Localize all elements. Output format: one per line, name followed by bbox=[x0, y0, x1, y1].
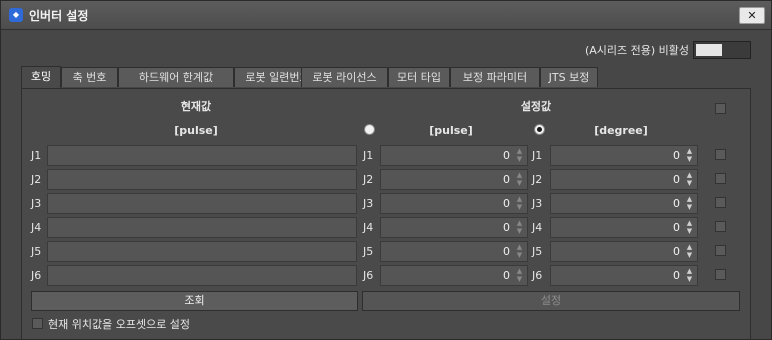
degree-value: 0 bbox=[673, 269, 680, 282]
spin-arrows-icon[interactable]: ▲ ▼ bbox=[684, 267, 695, 284]
joint-checkbox[interactable] bbox=[715, 269, 726, 280]
degree-spinbox[interactable]: 0 ▲ ▼ bbox=[550, 169, 698, 190]
joint-label: J2 bbox=[363, 173, 374, 186]
title-bar: ◆ 인버터 설정 ✕ bbox=[1, 1, 771, 30]
offset-label: 현재 위치값을 오프셋으로 설정 bbox=[48, 318, 191, 331]
spin-arrows-icon[interactable]: ▲ ▼ bbox=[684, 243, 695, 260]
joint-label: J1 bbox=[363, 149, 374, 162]
degree-radio[interactable] bbox=[534, 124, 545, 135]
spin-arrows-icon[interactable]: ▲ ▼ bbox=[514, 243, 525, 260]
degree-spinbox[interactable]: 0 ▲ ▼ bbox=[550, 217, 698, 238]
close-button[interactable]: ✕ bbox=[739, 7, 765, 24]
pulse-value: 0 bbox=[503, 221, 510, 234]
series-toggle-switch[interactable] bbox=[693, 41, 751, 59]
set-button[interactable]: 설정 bbox=[362, 291, 740, 311]
degree-value: 0 bbox=[673, 245, 680, 258]
pulse-radio[interactable] bbox=[364, 124, 375, 135]
joint-label: J2 bbox=[532, 173, 543, 186]
joint-checkbox[interactable] bbox=[715, 173, 726, 184]
joint-label: J4 bbox=[31, 221, 42, 234]
joint-label: J3 bbox=[363, 197, 374, 210]
joint-label: J5 bbox=[363, 245, 374, 258]
pulse-value: 0 bbox=[503, 149, 510, 162]
degree-value: 0 bbox=[673, 221, 680, 234]
current-value-field bbox=[47, 169, 357, 190]
pulse-spinbox[interactable]: 0 ▲ ▼ bbox=[380, 241, 528, 262]
degree-spinbox[interactable]: 0 ▲ ▼ bbox=[550, 193, 698, 214]
joint-label: J3 bbox=[31, 197, 42, 210]
pulse-unit-label: [pulse] bbox=[429, 124, 473, 137]
current-unit-label: [pulse] bbox=[174, 124, 218, 137]
query-button[interactable]: 조회 bbox=[31, 291, 358, 311]
setting-all-checkbox[interactable] bbox=[715, 103, 726, 114]
tab-motor-type[interactable]: 모터 타입 bbox=[388, 67, 450, 87]
current-value-field bbox=[47, 145, 357, 166]
joint-label: J6 bbox=[532, 269, 543, 282]
joint-checkbox[interactable] bbox=[715, 197, 726, 208]
joint-label: J1 bbox=[31, 149, 42, 162]
spin-arrows-icon[interactable]: ▲ ▼ bbox=[684, 219, 695, 236]
tab-hardware-limits[interactable]: 하드웨어 한계값 bbox=[118, 67, 234, 87]
spin-arrows-icon[interactable]: ▲ ▼ bbox=[684, 171, 695, 188]
pulse-spinbox[interactable]: 0 ▲ ▼ bbox=[380, 169, 528, 190]
tab-homing[interactable]: 호밍 bbox=[21, 66, 61, 89]
joint-label: J3 bbox=[532, 197, 543, 210]
joint-checkbox[interactable] bbox=[715, 149, 726, 160]
joint-label: J6 bbox=[31, 269, 42, 282]
setting-value-header: 설정값 bbox=[520, 100, 552, 113]
spin-arrows-icon[interactable]: ▲ ▼ bbox=[684, 147, 695, 164]
current-value-field bbox=[47, 193, 357, 214]
joint-label: J4 bbox=[532, 221, 543, 234]
app-icon: ◆ bbox=[9, 8, 23, 22]
pulse-value: 0 bbox=[503, 245, 510, 258]
pulse-value: 0 bbox=[503, 197, 510, 210]
offset-checkbox[interactable] bbox=[32, 318, 43, 329]
joint-checkbox[interactable] bbox=[715, 221, 726, 232]
pulse-value: 0 bbox=[503, 269, 510, 282]
spin-arrows-icon[interactable]: ▲ ▼ bbox=[514, 147, 525, 164]
joint-label: J1 bbox=[532, 149, 543, 162]
inverter-settings-window: ◆ 인버터 설정 ✕ (A시리즈 전용) 비활성 호밍 축 번호 하드웨어 한계… bbox=[0, 0, 772, 340]
spin-arrows-icon[interactable]: ▲ ▼ bbox=[514, 195, 525, 212]
degree-spinbox[interactable]: 0 ▲ ▼ bbox=[550, 265, 698, 286]
degree-value: 0 bbox=[673, 173, 680, 186]
joint-label: J5 bbox=[31, 245, 42, 258]
degree-spinbox[interactable]: 0 ▲ ▼ bbox=[550, 241, 698, 262]
spin-arrows-icon[interactable]: ▲ ▼ bbox=[514, 267, 525, 284]
current-value-field bbox=[47, 265, 357, 286]
current-value-field bbox=[47, 241, 357, 262]
tab-calibration-params[interactable]: 보정 파라미터 bbox=[450, 67, 540, 87]
joint-label: J4 bbox=[363, 221, 374, 234]
tab-robot-license[interactable]: 로봇 라이선스 bbox=[301, 67, 388, 87]
pulse-spinbox[interactable]: 0 ▲ ▼ bbox=[380, 217, 528, 238]
degree-spinbox[interactable]: 0 ▲ ▼ bbox=[550, 145, 698, 166]
pulse-spinbox[interactable]: 0 ▲ ▼ bbox=[380, 193, 528, 214]
pulse-spinbox[interactable]: 0 ▲ ▼ bbox=[380, 145, 528, 166]
degree-value: 0 bbox=[673, 197, 680, 210]
pulse-value: 0 bbox=[503, 173, 510, 186]
tab-jts-calibration[interactable]: JTS 보정 bbox=[540, 67, 598, 87]
joint-label: J6 bbox=[363, 269, 374, 282]
degree-unit-label: [degree] bbox=[594, 124, 648, 137]
degree-value: 0 bbox=[673, 149, 680, 162]
series-toggle-label: (A시리즈 전용) 비활성 bbox=[584, 44, 689, 57]
current-value-header: 현재값 bbox=[180, 100, 212, 113]
window-title: 인버터 설정 bbox=[29, 9, 89, 23]
joint-label: J2 bbox=[31, 173, 42, 186]
tab-axis-number[interactable]: 축 번호 bbox=[61, 67, 118, 87]
joint-label: J5 bbox=[532, 245, 543, 258]
spin-arrows-icon[interactable]: ▲ ▼ bbox=[514, 219, 525, 236]
joint-checkbox[interactable] bbox=[715, 245, 726, 256]
toggle-knob bbox=[696, 44, 722, 56]
current-value-field bbox=[47, 217, 357, 238]
spin-arrows-icon[interactable]: ▲ ▼ bbox=[684, 195, 695, 212]
spin-arrows-icon[interactable]: ▲ ▼ bbox=[514, 171, 525, 188]
pulse-spinbox[interactable]: 0 ▲ ▼ bbox=[380, 265, 528, 286]
